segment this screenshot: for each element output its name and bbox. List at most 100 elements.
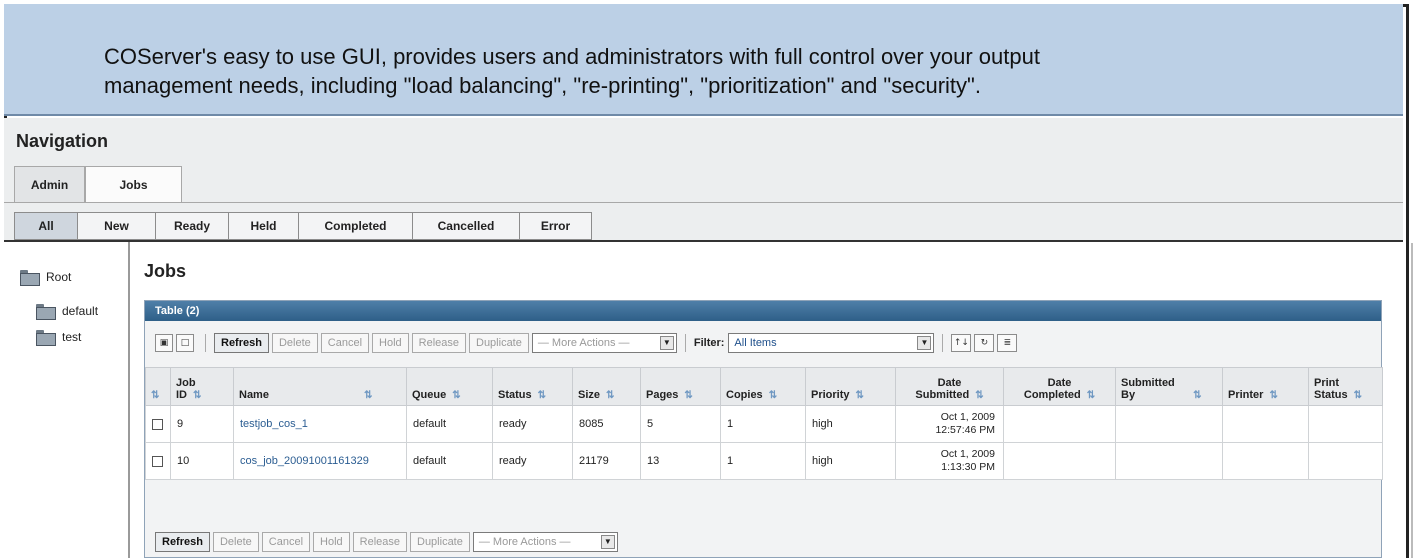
sort-icon[interactable]: ↑↓ (951, 334, 972, 352)
column-header-job-id[interactable]: Job ID ⇅ (170, 367, 234, 406)
column-label: Priority (811, 389, 850, 401)
job-name-link[interactable]: cos_job_20091001161329 (240, 455, 369, 467)
column-label: Size (578, 389, 601, 401)
subtab-cancelled[interactable]: Cancelled (413, 212, 520, 240)
cell-job-id: 9 (170, 405, 234, 443)
tab-jobs[interactable]: Jobs (85, 166, 182, 203)
column-label-line-1: Print (1314, 377, 1340, 389)
row-checkbox-cell[interactable] (145, 405, 171, 443)
hold-button[interactable]: Hold (372, 333, 409, 353)
tree-item-default[interactable]: default (36, 304, 99, 320)
sort-icon: ⇅ (1193, 390, 1202, 401)
column-header-name[interactable]: Name ⇅ (233, 367, 407, 406)
sort-icon: ⇅ (606, 390, 615, 401)
sort-icon: ⇅ (855, 390, 864, 401)
subtab-ready[interactable]: Ready (156, 212, 229, 240)
cancel-button[interactable]: Cancel (320, 333, 370, 353)
column-header-pages[interactable]: Pages ⇅ (640, 367, 721, 406)
column-header-queue[interactable]: Queue ⇅ (406, 367, 493, 406)
column-header-priority[interactable]: Priority ⇅ (805, 367, 896, 406)
page-title: Jobs (144, 261, 187, 281)
table-toolbar: ▣ □ Refresh Delete Cancel Hold Release D… (145, 329, 1381, 357)
cell-copies: 1 (720, 405, 806, 443)
navigation-title: Navigation (16, 131, 109, 151)
tree-item-label: default (62, 304, 99, 318)
cell-status: ready (492, 442, 573, 480)
cell-print-status (1308, 405, 1383, 443)
filter-select[interactable]: All Items ▼ (728, 333, 935, 353)
primary-tabs: Admin Jobs (14, 166, 182, 203)
refresh-button[interactable]: Refresh (155, 532, 210, 552)
subtab-error[interactable]: Error (520, 212, 592, 240)
column-header-date-submitted[interactable]: Date Submitted ⇅ (895, 367, 1004, 406)
subtab-all[interactable]: All (14, 212, 78, 240)
chevron-down-icon: ▼ (917, 336, 932, 350)
cell-copies: 1 (720, 442, 806, 480)
filter-value: All Items (734, 337, 777, 349)
folder-icon (20, 270, 40, 286)
more-actions-select[interactable]: — More Actions — ▼ (472, 532, 618, 552)
subtab-new[interactable]: New (78, 212, 156, 240)
more-actions-value: — More Actions — (537, 337, 630, 349)
columns-icon[interactable]: ≣ (997, 334, 1018, 352)
row-checkbox[interactable] (152, 455, 163, 467)
cell-queue: default (406, 442, 493, 480)
column-header-printer[interactable]: Printer ⇅ (1222, 367, 1309, 406)
toolbar-separator (942, 334, 944, 352)
release-button[interactable]: Release (411, 333, 466, 353)
delete-button[interactable]: Delete (271, 333, 318, 353)
date-line-1: Oct 1, 2009 (940, 448, 995, 460)
chevron-down-icon: ▼ (600, 535, 615, 549)
table-row[interactable]: 9 testjob_cos_1 default ready 8085 5 1 h… (145, 405, 1383, 443)
jobs-table-panel: Table (2) ▣ □ Refresh Delete Cancel Hold… (144, 300, 1383, 558)
promo-banner: COServer's easy to use GUI, provides use… (4, 4, 1403, 116)
cell-print-status (1308, 442, 1383, 480)
row-checkbox-cell[interactable] (145, 442, 171, 480)
sort-icon: ⇅ (768, 390, 778, 401)
more-actions-select[interactable]: — More Actions — ▼ (531, 333, 677, 353)
cell-name: testjob_cos_1 (233, 405, 407, 443)
deselect-all-icon[interactable]: □ (176, 334, 194, 352)
table-row[interactable]: 10 cos_job_20091001161329 default ready … (145, 442, 1383, 480)
tree-item-root[interactable]: Root (20, 270, 71, 286)
row-checkbox[interactable] (152, 418, 163, 430)
filter-label: Filter: (693, 337, 725, 349)
subtab-completed[interactable]: Completed (299, 212, 413, 240)
column-label-line-2: Submitted (915, 389, 970, 401)
queue-tree: Root default test (4, 242, 130, 558)
subtab-held[interactable]: Held (229, 212, 299, 240)
cell-pages: 13 (640, 442, 721, 480)
column-header-submitted-by[interactable]: Submitted By ⇅ (1115, 367, 1223, 406)
column-header-print-status[interactable]: Print Status ⇅ (1308, 367, 1383, 406)
duplicate-button[interactable]: Duplicate (410, 532, 470, 552)
job-filter-tabs: All New Ready Held Completed Cancelled E… (14, 212, 592, 240)
delete-button[interactable]: Delete (212, 532, 259, 552)
cell-submitted-by (1115, 442, 1223, 480)
sort-icon: ⇅ (151, 390, 160, 401)
column-header-copies[interactable]: Copies ⇅ (720, 367, 806, 406)
table-header-row: ⇅ Job ID ⇅ Name ⇅ Queue ⇅ Status ⇅ Size ⇅ Pag… (145, 367, 1383, 406)
column-label: Status (498, 389, 532, 401)
sort-icon: ⇅ (363, 390, 373, 401)
column-header-size[interactable]: Size ⇅ (572, 367, 641, 406)
tab-admin[interactable]: Admin (14, 166, 85, 202)
sort-icon: ⇅ (1086, 390, 1096, 401)
tree-item-test[interactable]: test (36, 330, 81, 346)
cell-size: 21179 (572, 442, 641, 480)
column-label-line-1: Job (176, 377, 196, 389)
job-name-link[interactable]: testjob_cos_1 (240, 418, 308, 430)
column-header-select[interactable]: ⇅ (145, 367, 171, 406)
cell-date-completed (1003, 442, 1116, 480)
column-header-status[interactable]: Status ⇅ (492, 367, 573, 406)
hold-button[interactable]: Hold (313, 532, 350, 552)
duplicate-button[interactable]: Duplicate (469, 333, 529, 353)
banner-text: COServer's easy to use GUI, provides use… (104, 42, 1304, 100)
select-all-icon[interactable]: ▣ (155, 334, 173, 352)
release-button[interactable]: Release (352, 532, 407, 552)
column-header-date-completed[interactable]: Date Completed ⇅ (1003, 367, 1116, 406)
cell-submitted-by (1115, 405, 1223, 443)
refresh-button[interactable]: Refresh (214, 333, 269, 353)
cancel-button[interactable]: Cancel (261, 532, 311, 552)
chevron-down-icon: ▼ (659, 336, 674, 350)
refresh-icon[interactable]: ↻ (974, 334, 995, 352)
